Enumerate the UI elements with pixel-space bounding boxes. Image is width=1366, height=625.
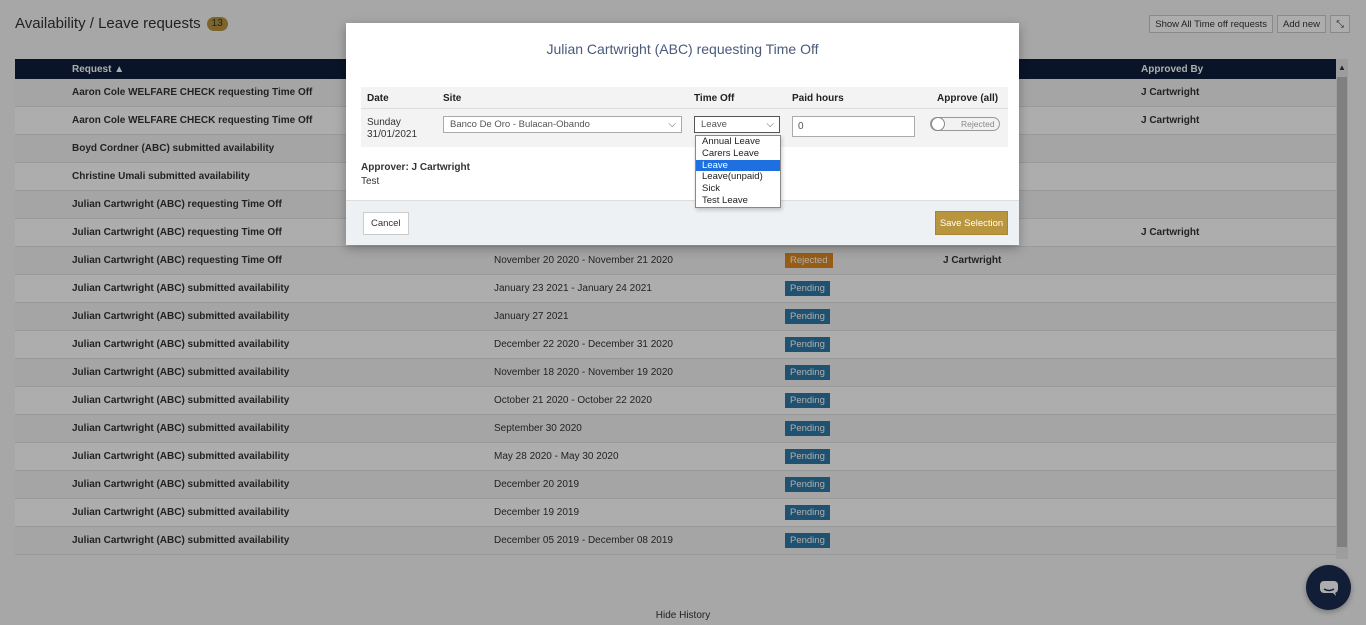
time-off-option[interactable]: Leave — [696, 159, 780, 172]
request-date: Sunday 31/01/2021 — [367, 117, 417, 141]
header-approve-all[interactable]: Approve (all) — [937, 93, 998, 104]
chevron-down-icon: ⌵ — [766, 119, 774, 130]
modal-title: Julian Cartwright (ABC) requesting Time … — [546, 41, 819, 57]
approve-toggle-label: Rejected — [961, 119, 995, 129]
time-off-option[interactable]: Annual Leave — [696, 136, 780, 148]
modal-footer: Cancel Save Selection — [346, 200, 1019, 245]
header-date: Date — [367, 93, 389, 104]
chevron-down-icon: ⌵ — [668, 119, 676, 130]
time-off-dropdown-list: Annual Leave Carers Leave Leave Leave(unpai… — [695, 135, 781, 208]
paid-hours-input[interactable]: 0 — [792, 116, 915, 137]
header-time-off: Time Off — [694, 93, 735, 104]
time-off-option[interactable]: Test Leave — [696, 195, 780, 207]
site-select-value: Banco De Oro - Bulacan-Obando — [450, 119, 590, 130]
header-paid-hours: Paid hours — [792, 93, 844, 104]
time-off-option[interactable]: Sick — [696, 183, 780, 195]
request-date-value: 31/01/2021 — [367, 129, 418, 140]
toggle-knob — [931, 117, 945, 131]
save-selection-button[interactable]: Save Selection — [935, 211, 1008, 235]
request-day: Sunday — [367, 117, 401, 128]
time-off-option[interactable]: Carers Leave — [696, 148, 780, 160]
time-off-row: Sunday 31/01/2021 Banco De Oro - Bulacan… — [361, 109, 1008, 147]
cancel-button[interactable]: Cancel — [363, 212, 409, 235]
site-select[interactable]: Banco De Oro - Bulacan-Obando ⌵ — [443, 116, 682, 133]
header-site: Site — [443, 93, 462, 104]
time-off-table: Date Site Time Off Paid hours Approve (a… — [361, 87, 1008, 147]
time-off-select-value: Leave — [701, 119, 727, 130]
time-off-option[interactable]: Leave(unpaid) — [696, 171, 780, 183]
time-off-table-header: Date Site Time Off Paid hours Approve (a… — [361, 87, 1008, 109]
approver-label: Approver: J Cartwright — [361, 162, 470, 173]
approve-toggle[interactable]: Rejected — [930, 117, 1000, 131]
request-note: Test — [361, 176, 380, 187]
time-off-select[interactable]: Leave ⌵ — [694, 116, 780, 133]
time-off-modal: Julian Cartwright (ABC) requesting Time … — [346, 23, 1019, 245]
